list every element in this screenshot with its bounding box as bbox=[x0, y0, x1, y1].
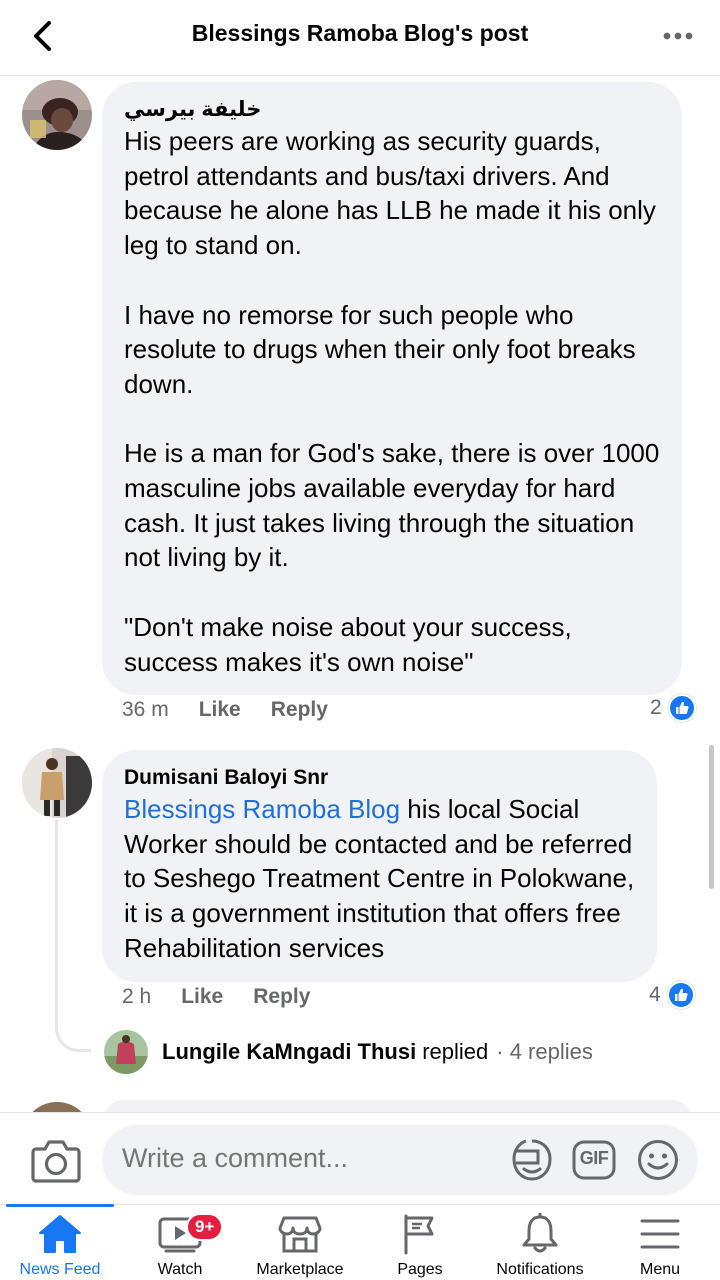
reply-button[interactable]: Reply bbox=[271, 698, 328, 722]
thumbs-up-icon bbox=[666, 981, 695, 1009]
sticker-button[interactable] bbox=[510, 1137, 554, 1183]
reply-count: · 4 replies bbox=[496, 1039, 593, 1064]
gif-button[interactable]: GIF bbox=[572, 1139, 616, 1181]
camera-icon bbox=[31, 1140, 81, 1183]
reaction-count: 4 bbox=[649, 983, 661, 1006]
comment-actions: 36 m Like Reply bbox=[122, 698, 358, 722]
tab-label: News Feed bbox=[19, 1261, 101, 1278]
tab-label: Pages bbox=[397, 1261, 443, 1278]
menu-icon bbox=[640, 1213, 680, 1255]
avatar bbox=[104, 1030, 148, 1074]
view-replies-link[interactable]: Lungile KaMngadi Thusi replied · 4 repli… bbox=[104, 1030, 593, 1074]
reply-action: replied bbox=[422, 1039, 489, 1064]
more-dots-icon bbox=[663, 32, 693, 40]
reaction-count: 2 bbox=[650, 696, 662, 719]
sticker-icon bbox=[512, 1139, 552, 1181]
tab-label: Watch bbox=[157, 1261, 203, 1278]
tab-watch[interactable]: 9+ Watch bbox=[120, 1205, 240, 1280]
reaction-summary[interactable]: 2 bbox=[650, 694, 696, 722]
more-options-button[interactable] bbox=[658, 24, 698, 48]
tab-news-feed[interactable]: News Feed bbox=[0, 1204, 120, 1280]
tab-marketplace[interactable]: Marketplace bbox=[240, 1205, 360, 1280]
tab-menu[interactable]: Menu bbox=[600, 1205, 720, 1280]
marketplace-icon bbox=[278, 1213, 322, 1255]
comment-time: 2 h bbox=[122, 985, 152, 1008]
tab-pages[interactable]: Pages bbox=[360, 1205, 480, 1280]
comment-input[interactable] bbox=[122, 1143, 492, 1174]
home-icon bbox=[38, 1213, 82, 1255]
comment-box: GIF bbox=[102, 1125, 698, 1195]
notification-badge: 9+ bbox=[186, 1213, 224, 1241]
tab-notifications[interactable]: Notifications bbox=[480, 1205, 600, 1280]
thread-connector bbox=[55, 820, 91, 1052]
comment-bubble: خليفة بيرسي His peers are working as sec… bbox=[102, 82, 682, 696]
like-button[interactable]: Like bbox=[181, 985, 223, 1009]
comment-actions: 2 h Like Reply bbox=[122, 985, 340, 1009]
avatar[interactable] bbox=[22, 748, 92, 818]
reaction-summary[interactable]: 4 bbox=[649, 981, 695, 1009]
page-title: Blessings Ramoba Blog's post bbox=[191, 20, 529, 46]
bell-icon bbox=[520, 1213, 560, 1255]
tab-label: Menu bbox=[639, 1261, 681, 1278]
tab-label: Notifications bbox=[496, 1261, 584, 1278]
scrollbar[interactable] bbox=[709, 745, 714, 889]
like-button[interactable]: Like bbox=[199, 698, 241, 722]
smiley-icon bbox=[638, 1140, 678, 1180]
comment-author[interactable]: Dumisani Baloyi Snr bbox=[124, 764, 635, 792]
avatar[interactable] bbox=[22, 80, 92, 150]
comment-author[interactable]: خليفة بيرسي bbox=[124, 96, 660, 124]
flag-icon bbox=[400, 1213, 440, 1255]
bottom-tab-bar: News Feed 9+ Watch Marketplace Pages Not… bbox=[0, 1204, 720, 1280]
comment-composer: GIF bbox=[0, 1112, 720, 1206]
mention-link[interactable]: Blessings Ramoba Blog bbox=[124, 794, 400, 824]
tab-label: Marketplace bbox=[256, 1261, 344, 1278]
reply-author: Lungile KaMngadi Thusi bbox=[162, 1039, 417, 1064]
comment-time: 36 m bbox=[122, 698, 169, 721]
comment-bubble: Dumisani Baloyi Snr Blessings Ramoba Blo… bbox=[102, 750, 657, 982]
emoji-button[interactable] bbox=[636, 1138, 680, 1182]
comment-text: Blessings Ramoba Blog his local Social W… bbox=[124, 792, 635, 966]
comment-text: His peers are working as security guards… bbox=[124, 126, 660, 677]
camera-button[interactable] bbox=[30, 1137, 82, 1185]
gif-label: GIF bbox=[579, 1148, 609, 1168]
thumbs-up-icon bbox=[667, 694, 696, 722]
reply-button[interactable]: Reply bbox=[253, 985, 310, 1009]
top-bar: Blessings Ramoba Blog's post bbox=[0, 0, 720, 76]
